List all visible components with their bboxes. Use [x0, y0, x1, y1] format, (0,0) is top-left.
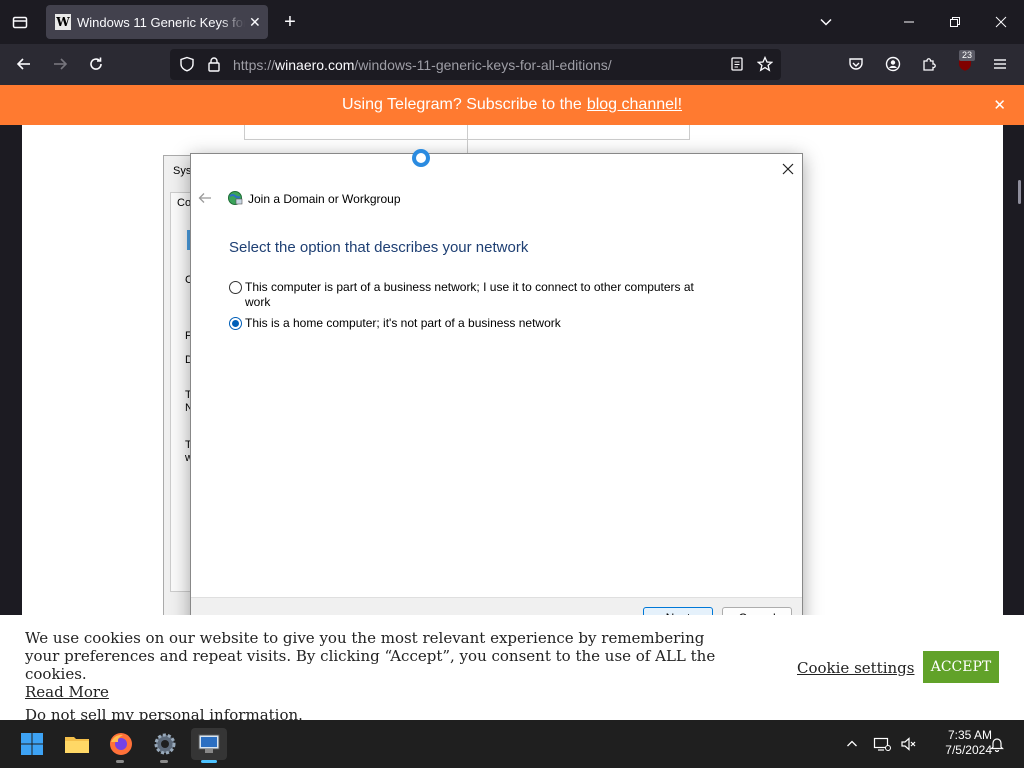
winaero-favicon-icon: W — [55, 14, 71, 30]
settings-running-indicator — [160, 760, 168, 763]
pocket-icon[interactable] — [842, 50, 870, 78]
forward-arrow-icon[interactable] — [46, 50, 74, 78]
banner-text: Using Telegram? Subscribe to the — [341, 96, 582, 113]
file-explorer-icon[interactable] — [61, 728, 93, 760]
page-left-margin — [0, 125, 22, 615]
tab-manager-icon[interactable] — [6, 8, 34, 36]
url-text: https://winaero.com/windows-11-generic-k… — [233, 56, 612, 73]
dialog-close-icon[interactable] — [778, 159, 798, 179]
bookmark-star-icon[interactable] — [751, 50, 779, 78]
system-properties-taskbar-icon[interactable] — [191, 728, 227, 760]
cookie-settings-link[interactable]: Cookie settings — [797, 659, 914, 677]
cookie-text: We use cookies on our website to give yo… — [25, 629, 716, 683]
reader-view-icon[interactable] — [723, 50, 751, 78]
volume-muted-icon[interactable] — [895, 730, 923, 758]
join-domain-dialog — [190, 153, 803, 637]
url-bar[interactable]: https://winaero.com/windows-11-generic-k… — [170, 49, 781, 80]
taskbar-clock[interactable]: 7:35 AM 7/5/2024 — [922, 728, 992, 758]
tab-close-icon[interactable]: ✕ — [249, 14, 261, 31]
busy-cursor-icon — [412, 149, 430, 167]
network-status-icon[interactable] — [868, 730, 896, 758]
dialog-back-arrow-icon[interactable] — [197, 190, 213, 206]
reload-icon[interactable] — [82, 50, 110, 78]
list-tabs-chevron-icon[interactable] — [812, 8, 840, 36]
background-table-divider — [467, 125, 468, 155]
banner-link[interactable]: blog channel! — [587, 96, 682, 114]
system-properties-tab[interactable]: Co — [177, 197, 191, 209]
home-computer-label[interactable]: This is a home computer; it's not part o… — [245, 316, 705, 331]
restore-window-icon[interactable] — [941, 8, 969, 36]
settings-gear-icon[interactable] — [149, 728, 181, 760]
tab-title: Windows 11 Generic Keys for All — [77, 14, 245, 30]
extension-badge: 23 — [959, 50, 976, 61]
new-tab-icon[interactable]: + — [276, 8, 304, 36]
business-network-label[interactable]: This computer is part of a business netw… — [245, 280, 705, 310]
banner-close-icon[interactable]: ✕ — [993, 96, 1006, 114]
extensions-puzzle-icon[interactable] — [915, 50, 943, 78]
account-icon[interactable] — [879, 50, 907, 78]
tracking-protection-shield-icon[interactable] — [173, 50, 201, 78]
home-computer-radio[interactable] — [229, 317, 242, 330]
active-window-indicator — [201, 760, 217, 763]
business-network-radio[interactable] — [229, 281, 242, 294]
network-globe-icon — [227, 190, 243, 206]
firefox-icon[interactable] — [105, 728, 137, 760]
telegram-banner: Using Telegram? Subscribe to the blog ch… — [0, 85, 1024, 125]
hamburger-menu-icon[interactable] — [986, 50, 1014, 78]
minimize-window-icon[interactable] — [895, 8, 923, 36]
page-scrollbar[interactable] — [1018, 180, 1021, 204]
read-more-link[interactable]: Read More — [25, 683, 109, 701]
lock-icon[interactable] — [200, 50, 228, 78]
cookie-message: We use cookies on our website to give yo… — [25, 629, 725, 724]
notification-bell-icon[interactable] — [983, 730, 1011, 758]
back-arrow-icon[interactable] — [10, 50, 38, 78]
system-properties-title: Sys — [173, 165, 192, 177]
accept-cookies-button[interactable]: ACCEPT — [923, 651, 999, 683]
close-window-icon[interactable] — [987, 8, 1015, 36]
clock-time: 7:35 AM — [947, 728, 992, 742]
clock-date: 7/5/2024 — [945, 743, 992, 757]
dialog-header-title: Join a Domain or Workgroup — [248, 192, 401, 206]
start-windows-icon[interactable] — [16, 728, 48, 760]
dialog-heading: Select the option that describes your ne… — [229, 239, 529, 256]
show-hidden-icons-chevron-icon[interactable] — [838, 730, 866, 758]
firefox-running-indicator — [116, 760, 124, 763]
browser-tab[interactable]: W Windows 11 Generic Keys for All ✕ — [46, 5, 268, 39]
